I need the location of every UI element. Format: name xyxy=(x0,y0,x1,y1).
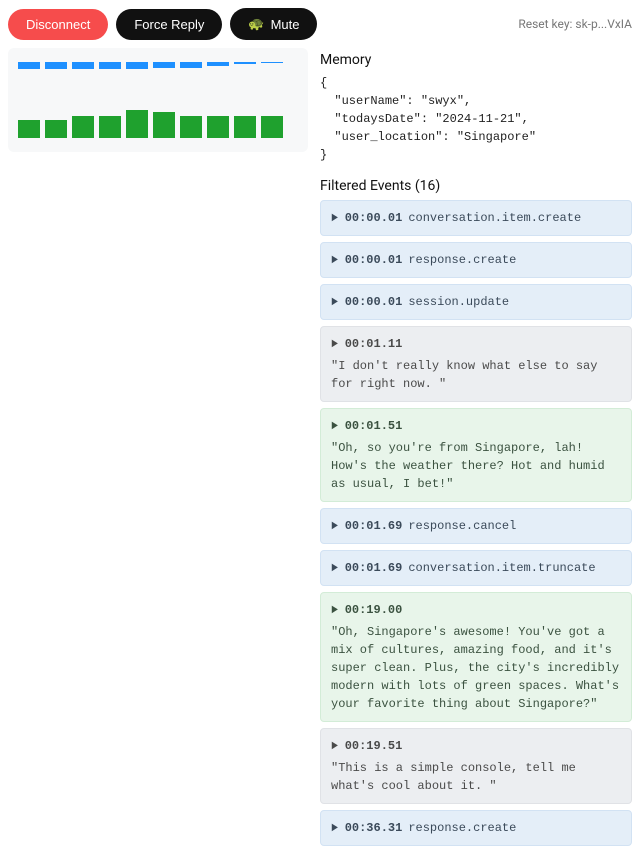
mute-label: Mute xyxy=(271,17,300,32)
viz-bar-output xyxy=(72,116,94,138)
turtle-icon: 🐢 xyxy=(248,16,264,32)
event-timestamp: 00:00.01 xyxy=(345,251,403,269)
event-item[interactable]: ▶ 00:19.00 "Oh, Singapore's awesome! You'v… xyxy=(320,592,632,722)
viz-bar-input xyxy=(153,62,175,68)
viz-bar-output xyxy=(45,120,67,138)
viz-bar-output xyxy=(153,112,175,138)
disclosure-triangle-icon[interactable]: ▶ xyxy=(332,561,338,576)
event-timestamp: 00:01.69 xyxy=(345,517,403,535)
event-timestamp: 00:19.00 xyxy=(345,601,403,619)
viz-bar-input xyxy=(207,62,229,66)
audio-visualizer xyxy=(8,48,308,152)
event-name: conversation.item.create xyxy=(408,209,581,227)
force-reply-button[interactable]: Force Reply xyxy=(116,9,222,40)
viz-bar-input xyxy=(45,62,67,69)
event-timestamp: 00:19.51 xyxy=(345,737,403,755)
disclosure-triangle-icon[interactable]: ▶ xyxy=(332,519,338,534)
event-timestamp: 00:01.11 xyxy=(345,335,403,353)
memory-json: { "userName": "swyx", "todaysDate": "202… xyxy=(320,74,632,164)
event-item[interactable]: ▶ 00:01.69 conversation.item.truncate xyxy=(320,550,632,586)
toolbar: Disconnect Force Reply 🐢 Mute Reset key:… xyxy=(0,0,640,48)
disclosure-triangle-icon[interactable]: ▶ xyxy=(332,295,338,310)
disclosure-triangle-icon[interactable]: ▶ xyxy=(332,739,338,754)
viz-bar-input xyxy=(72,62,94,69)
event-name: conversation.item.truncate xyxy=(408,559,595,577)
viz-bar-output xyxy=(126,110,148,138)
event-body: "Oh, so you're from Singapore, lah! How'… xyxy=(331,439,621,493)
event-body: "Oh, Singapore's awesome! You've got a m… xyxy=(331,623,621,713)
disclosure-triangle-icon[interactable]: ▶ xyxy=(332,419,338,434)
event-name: response.create xyxy=(408,251,516,269)
disclosure-triangle-icon[interactable]: ▶ xyxy=(332,337,338,352)
event-item[interactable]: ▶ 00:00.01 session.update xyxy=(320,284,632,320)
event-item[interactable]: ▶ 00:19.51 "This is a simple console, tell… xyxy=(320,728,632,804)
event-item[interactable]: ▶ 00:01.51 "Oh, so you're from Singapore, … xyxy=(320,408,632,502)
event-item[interactable]: ▶ 00:01.69 response.cancel xyxy=(320,508,632,544)
reset-key-label[interactable]: Reset key: sk-p...VxIA xyxy=(518,17,632,31)
disclosure-triangle-icon[interactable]: ▶ xyxy=(332,821,338,836)
event-body: "This is a simple console, tell me what'… xyxy=(331,759,621,795)
event-item[interactable]: ▶ 00:00.01 response.create xyxy=(320,242,632,278)
event-name: session.update xyxy=(408,293,509,311)
viz-bar-input xyxy=(180,62,202,68)
event-timestamp: 00:01.51 xyxy=(345,417,403,435)
viz-bar-output xyxy=(18,120,40,138)
event-timestamp: 00:00.01 xyxy=(345,209,403,227)
viz-bar-input xyxy=(261,62,283,63)
viz-bar-output xyxy=(180,116,202,138)
viz-bar-output xyxy=(234,116,256,138)
disclosure-triangle-icon[interactable]: ▶ xyxy=(332,211,338,226)
disclosure-triangle-icon[interactable]: ▶ xyxy=(332,603,338,618)
event-body: "I don't really know what else to say fo… xyxy=(331,357,621,393)
event-timestamp: 00:36.31 xyxy=(345,819,403,837)
viz-bar-input xyxy=(18,62,40,69)
event-timestamp: 00:00.01 xyxy=(345,293,403,311)
memory-title: Memory xyxy=(320,52,632,68)
disclosure-triangle-icon[interactable]: ▶ xyxy=(332,253,338,268)
viz-bar-output xyxy=(207,116,229,138)
event-item[interactable]: ▶ 00:36.31 response.create xyxy=(320,810,632,846)
event-name: response.create xyxy=(408,819,516,837)
viz-bar-input xyxy=(99,62,121,69)
mute-button[interactable]: 🐢 Mute xyxy=(230,8,317,40)
viz-bar-output xyxy=(261,116,283,138)
disconnect-button[interactable]: Disconnect xyxy=(8,9,108,40)
event-item[interactable]: ▶ 00:00.01 conversation.item.create xyxy=(320,200,632,236)
filtered-events-title: Filtered Events (16) xyxy=(320,178,632,194)
viz-bar-input xyxy=(126,62,148,69)
event-list: ▶ 00:00.01 conversation.item.create ▶ 00:00.… xyxy=(320,200,632,846)
event-timestamp: 00:01.69 xyxy=(345,559,403,577)
event-name: response.cancel xyxy=(408,517,516,535)
viz-bar-input xyxy=(234,62,256,64)
event-item[interactable]: ▶ 00:01.11 "I don't really know what else … xyxy=(320,326,632,402)
viz-bar-output xyxy=(99,116,121,138)
